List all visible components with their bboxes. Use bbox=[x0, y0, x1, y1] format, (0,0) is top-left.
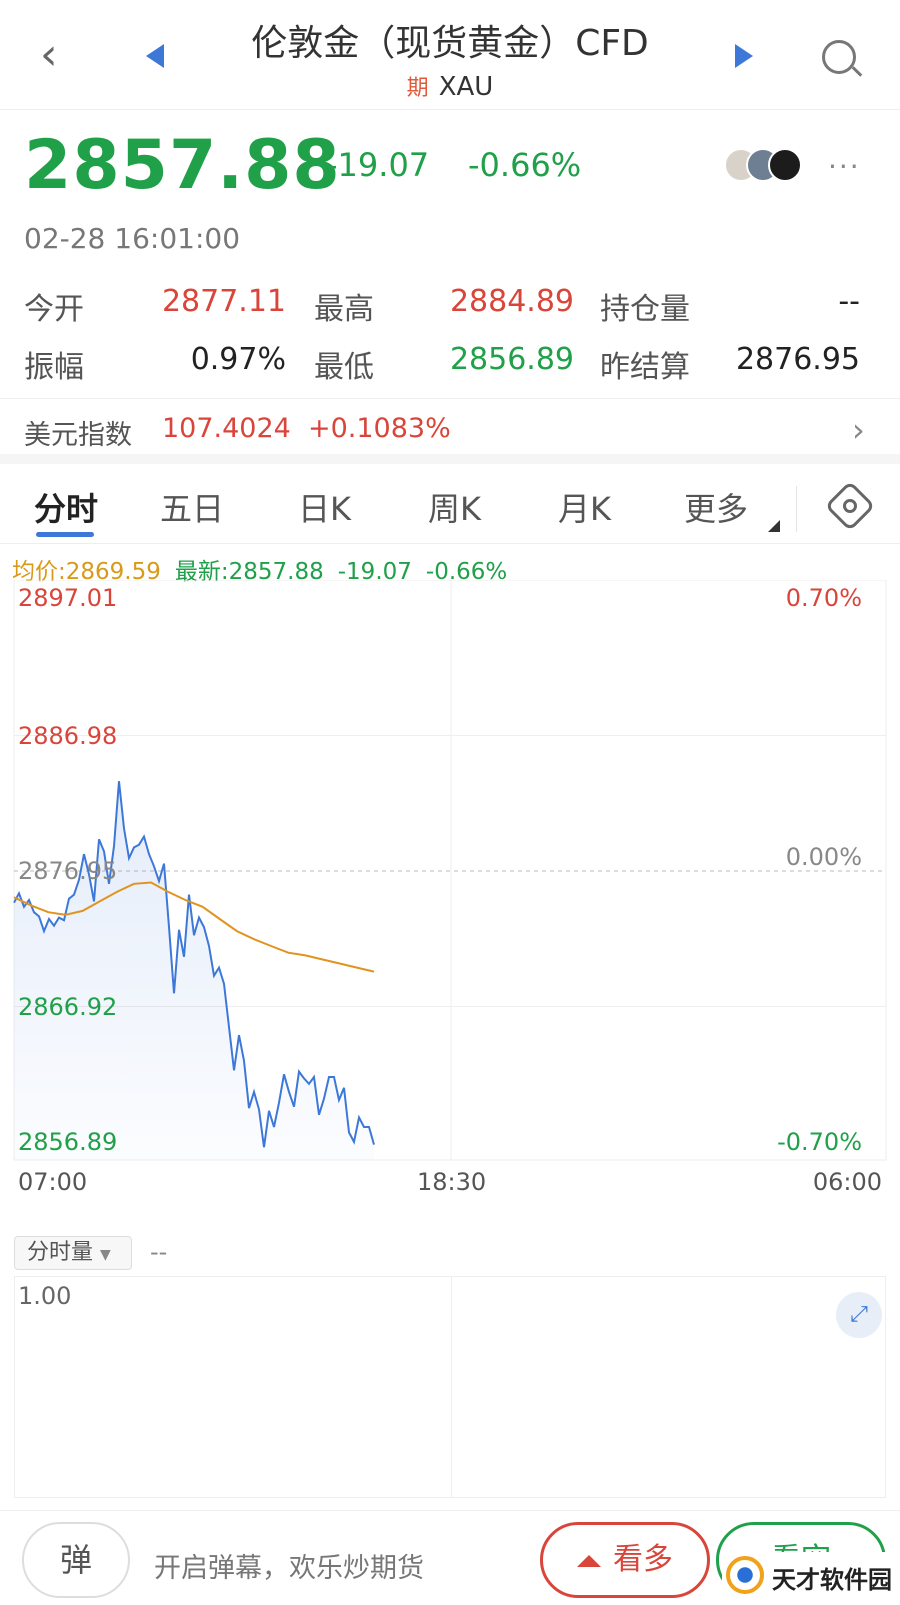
volume-max-label: 1.00 bbox=[18, 1282, 72, 1310]
futures-badge: 期 bbox=[406, 76, 429, 101]
x-axis-label: 06:00 bbox=[812, 1168, 882, 1196]
pct-axis-label: 0.70% bbox=[785, 584, 862, 612]
next-symbol-icon[interactable] bbox=[735, 44, 753, 68]
price-area bbox=[14, 781, 374, 1160]
tab-daily-k[interactable]: 日K bbox=[298, 484, 351, 530]
last-price: 2857.88 bbox=[24, 126, 341, 205]
danmu-toggle-button[interactable]: 弹 bbox=[22, 1522, 130, 1598]
settings-icon-center[interactable] bbox=[843, 499, 857, 513]
avatar-group[interactable] bbox=[724, 148, 804, 188]
tab-monthly-k[interactable]: 月K bbox=[558, 484, 611, 530]
bullish-button[interactable]: 看多 bbox=[540, 1522, 710, 1598]
tab-more[interactable]: 更多 bbox=[684, 484, 748, 530]
tab-intraday[interactable]: 分时 bbox=[34, 484, 98, 530]
danmu-prompt[interactable]: 开启弹幕，欢乐炒期货 bbox=[154, 1546, 424, 1585]
x-axis-label: 18:30 bbox=[417, 1168, 487, 1196]
page-title: 伦敦金（现货黄金）CFD bbox=[251, 23, 649, 64]
volume-value: -- bbox=[150, 1238, 168, 1266]
stat-label: 今开 bbox=[24, 292, 84, 327]
dxy-label: 美元指数 bbox=[24, 420, 132, 451]
price-change: -19.07 bbox=[326, 146, 430, 184]
volume-panel bbox=[14, 1276, 886, 1498]
y-axis-label: 2897.01 bbox=[18, 584, 118, 612]
dxy-change-pct: +0.1083% bbox=[308, 413, 451, 444]
stat-label: 最高 bbox=[314, 292, 374, 327]
stat-value: 0.97% bbox=[190, 342, 286, 377]
y-axis-label: 2866.92 bbox=[18, 992, 118, 1021]
caret-down-icon: ▼ bbox=[100, 1247, 111, 1263]
pct-axis-label: -0.70% bbox=[777, 1128, 862, 1156]
chart-tabs: 分时 五日 日K 周K 月K 更多 bbox=[0, 474, 900, 544]
intraday-chart[interactable]: 2897.01 2886.98 2876.95 2866.92 2856.89 0.70%… bbox=[0, 579, 900, 1200]
volume-selector-label: 分时量 bbox=[27, 1240, 94, 1265]
y-axis-label: 2876.95 bbox=[18, 857, 118, 885]
symbol-code: XAU bbox=[438, 72, 494, 102]
y-axis-label: 2886.98 bbox=[18, 721, 118, 750]
stat-label: 最低 bbox=[314, 350, 374, 385]
up-triangle-icon bbox=[577, 1554, 601, 1567]
back-icon[interactable]: ‹ bbox=[40, 30, 80, 80]
price-change-pct: -0.66% bbox=[468, 146, 582, 184]
quote-timestamp: 02-28 16:01:00 bbox=[24, 222, 241, 255]
stat-label: 昨结算 bbox=[600, 350, 690, 385]
search-icon[interactable] bbox=[822, 40, 856, 74]
prev-symbol-icon[interactable] bbox=[146, 44, 164, 68]
divider bbox=[796, 486, 797, 532]
tab-weekly-k[interactable]: 周K bbox=[428, 484, 481, 530]
symbol-subtitle: 期 XAU bbox=[180, 70, 720, 102]
dxy-value: 107.4024 bbox=[162, 413, 291, 444]
stat-value: 2876.95 bbox=[735, 342, 860, 377]
chevron-right-icon[interactable]: › bbox=[852, 411, 865, 449]
dxy-bar[interactable]: 美元指数 107.4024 +0.1083% › bbox=[0, 398, 900, 464]
pct-axis-label: 0.00% bbox=[785, 843, 862, 871]
avatar bbox=[768, 148, 802, 182]
expand-icon[interactable]: ⤢ bbox=[836, 1292, 882, 1338]
stat-value: -- bbox=[838, 284, 860, 319]
tab-five-day[interactable]: 五日 bbox=[160, 484, 224, 530]
stat-label: 持仓量 bbox=[600, 292, 690, 327]
bullish-label: 看多 bbox=[613, 1542, 673, 1577]
stat-value: 2877.11 bbox=[161, 284, 286, 319]
chart-svg bbox=[13, 579, 887, 1161]
watermark-logo-icon bbox=[726, 1556, 764, 1594]
watermark-text: 天才软件园 bbox=[772, 1566, 892, 1594]
stat-value: 2856.89 bbox=[449, 342, 574, 377]
volume-selector[interactable]: 分时量 ▼ bbox=[14, 1236, 132, 1270]
dropdown-corner-icon bbox=[768, 520, 780, 532]
more-options-icon[interactable]: ··· bbox=[828, 150, 861, 183]
x-axis-label: 07:00 bbox=[18, 1168, 88, 1196]
stat-value: 2884.89 bbox=[449, 284, 574, 319]
y-axis-label: 2856.89 bbox=[18, 1128, 118, 1156]
volume-gridline bbox=[451, 1276, 452, 1498]
active-tab-indicator bbox=[36, 532, 94, 537]
stat-label: 振幅 bbox=[24, 350, 84, 385]
